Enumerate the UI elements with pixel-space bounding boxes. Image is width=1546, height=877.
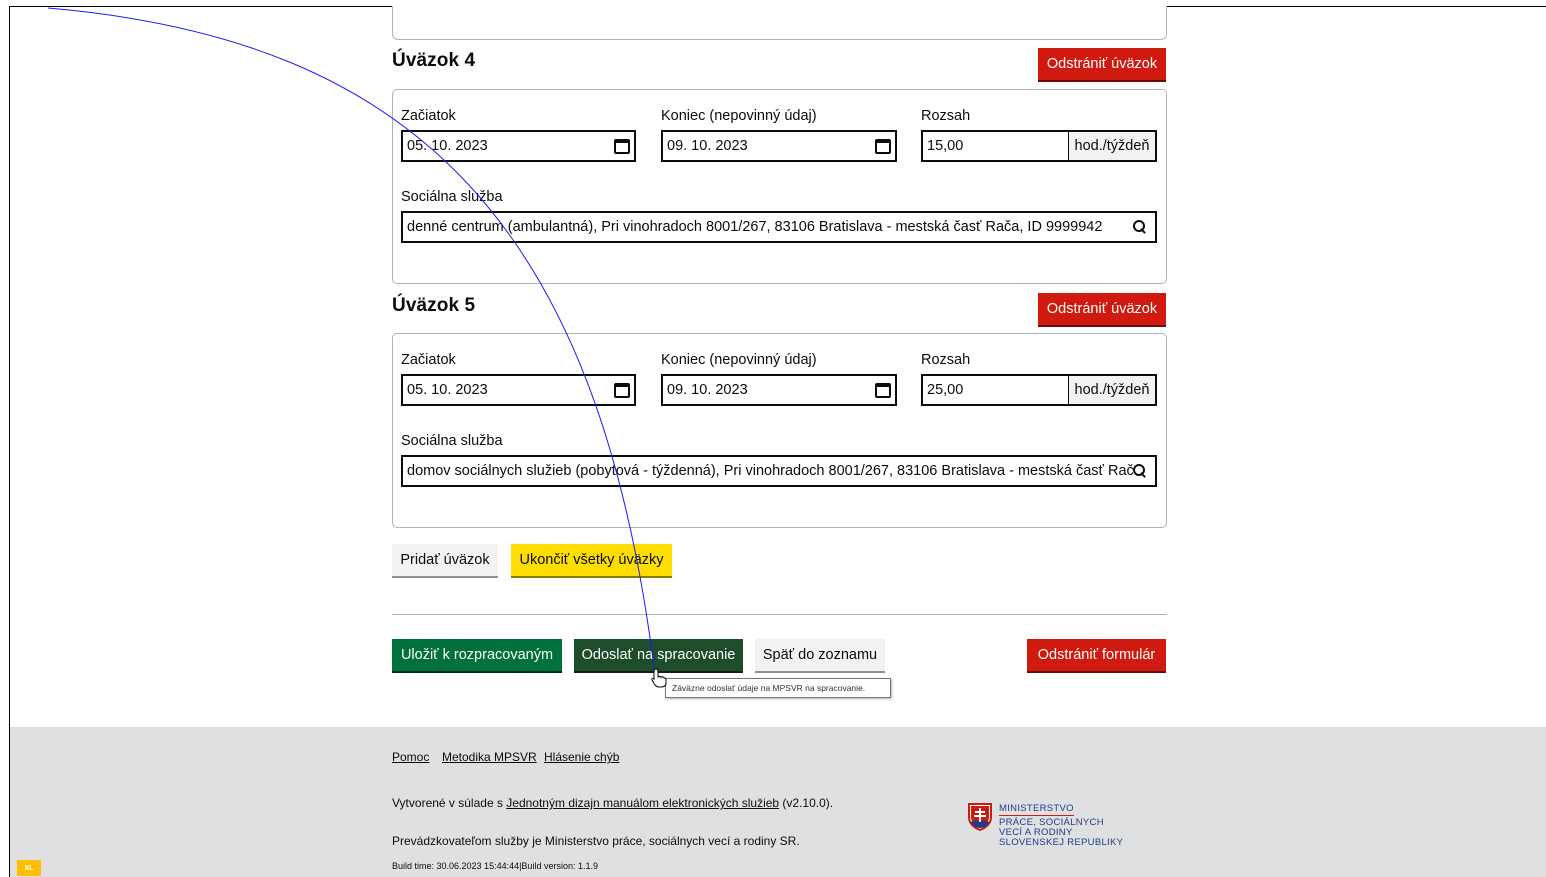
add-uvazok-button[interactable]: Pridať úväzok (392, 544, 498, 576)
calendar-icon[interactable] (614, 138, 630, 154)
ministry-logo-text: MINISTERSTVO PRÁCE, SOCIÁLNYCH VECÍ A RO… (999, 804, 1123, 848)
footer-created-suffix: (v2.10.0). (779, 796, 834, 810)
uvazok-5-range-label: Rozsah (921, 352, 971, 368)
uvazok-4-start-label: Začiatok (401, 108, 456, 124)
footer-created-prefix: Vytvorené v súlade s (392, 796, 507, 810)
uvazok-5-range-unit: hod./týždeň (1069, 374, 1157, 406)
breakpoint-badge: XL (17, 860, 41, 876)
footer-build-info: Build time: 30.06.2023 15:44:44|Build ve… (392, 861, 598, 871)
slovak-coat-of-arms-icon (968, 803, 992, 831)
uvazok-5-start-date-input[interactable]: 05. 10. 2023 (401, 374, 636, 406)
footer-design-manual-link[interactable]: Jednotným dizajn manuálom elektronických… (506, 796, 779, 810)
calendar-icon[interactable] (875, 382, 891, 398)
uvazok-4-service-input[interactable]: denné centrum (ambulantná), Pri vinohrad… (401, 211, 1157, 243)
uvazok-5-end-label: Koniec (nepovinný údaj) (661, 352, 817, 368)
delete-form-button[interactable]: Odstrániť formulár (1027, 639, 1166, 671)
uvazok-4-range-label: Rozsah (921, 108, 971, 124)
submit-button[interactable]: Odoslať na spracovanie (574, 639, 743, 671)
uvazok-4-end-date-input[interactable]: 09. 10. 2023 (661, 130, 897, 162)
uvazok-4-range-value: 15,00 (927, 138, 964, 154)
search-icon[interactable] (1133, 464, 1147, 478)
calendar-icon[interactable] (875, 138, 891, 154)
logo-line-4: SLOVENSKEJ REPUBLIKY (999, 837, 1124, 848)
uvazok-4-start-value: 05. 10. 2023 (407, 138, 488, 154)
footer-operator-text: Prevádzkovateľom služby je Ministerstvo … (392, 834, 800, 848)
uvazok-5-title: Úväzok 5 (392, 295, 476, 316)
uvazok-4-range-unit: hod./týždeň (1069, 130, 1157, 162)
remove-uvazok-4-button[interactable]: Odstrániť úväzok (1038, 48, 1166, 80)
calendar-icon[interactable] (614, 382, 630, 398)
uvazok-5-start-value: 05. 10. 2023 (407, 382, 488, 398)
footer-link-methodology[interactable]: Metodika MPSVR (442, 750, 537, 764)
logo-line-1: MINISTERSTVO (999, 803, 1074, 816)
uvazok-5-end-value: 09. 10. 2023 (667, 382, 748, 398)
footer-created-text: Vytvorené v súlade s Jednotným dizajn ma… (392, 796, 833, 810)
uvazok-5-service-label: Sociálna služba (401, 433, 503, 449)
uvazok-4-service-value: denné centrum (ambulantná), Pri vinohrad… (407, 219, 1103, 235)
hand-cursor-icon (651, 668, 667, 688)
uvazok-4-start-date-input[interactable]: 05. 10. 2023 (401, 130, 636, 162)
uvazok-5-service-value: domov sociálnych služieb (pobytová - týž… (407, 463, 1133, 479)
uvazok-5-range-input[interactable]: 25,00 (921, 374, 1070, 406)
back-to-list-button[interactable]: Späť do zoznamu (755, 639, 885, 671)
uvazok-4-service-label: Sociálna služba (401, 189, 503, 205)
uvazok-5-service-input[interactable]: domov sociálnych služieb (pobytová - týž… (401, 455, 1157, 487)
submit-tooltip: Záväzne odoslať údaje na MPSVR na spraco… (665, 678, 891, 698)
previous-uvazok-card (392, 6, 1167, 40)
uvazok-4-title: Úväzok 4 (392, 50, 476, 71)
uvazok-5-end-date-input[interactable]: 09. 10. 2023 (661, 374, 897, 406)
end-all-uvazky-button[interactable]: Ukončiť všetky úväzky (511, 544, 672, 576)
uvazok-5-start-label: Začiatok (401, 352, 456, 368)
uvazok-4-end-value: 09. 10. 2023 (667, 138, 748, 154)
search-icon[interactable] (1133, 220, 1147, 234)
section-divider (392, 614, 1167, 615)
uvazok-4-range-input[interactable]: 15,00 (921, 130, 1070, 162)
remove-uvazok-5-button[interactable]: Odstrániť úväzok (1038, 293, 1166, 325)
footer-link-help[interactable]: Pomoc (392, 750, 429, 764)
uvazok-4-end-label: Koniec (nepovinný údaj) (661, 108, 817, 124)
uvazok-5-range-value: 25,00 (927, 382, 964, 398)
save-draft-button[interactable]: Uložiť k rozpracovaným (392, 639, 562, 671)
footer-link-bug-report[interactable]: Hlásenie chýb (544, 750, 619, 764)
